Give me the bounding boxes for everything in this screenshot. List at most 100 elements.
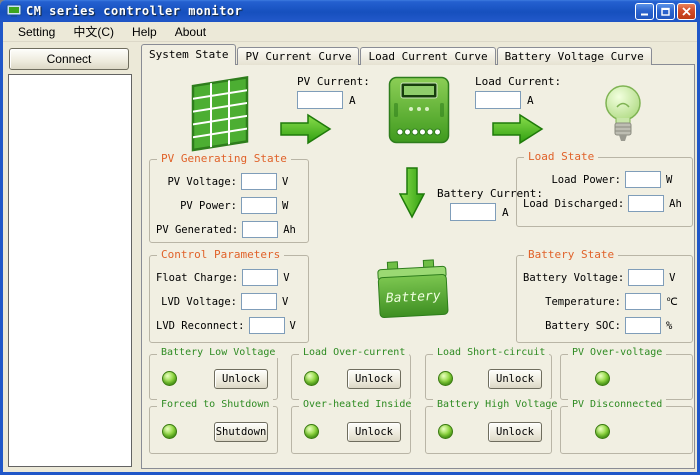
light-bulb-icon (602, 83, 644, 149)
status-led (304, 371, 319, 386)
battery-voltage-unit: V (669, 272, 686, 284)
battery-current-input[interactable] (450, 203, 496, 221)
temperature-unit: ℃ (666, 296, 686, 308)
unlock-load-over-current-button[interactable]: Unlock (347, 369, 401, 389)
unlock-battery-high-button[interactable]: Unlock (488, 422, 542, 442)
alarm-over-heated-inside: Over-heated Inside Unlock (291, 406, 411, 454)
load-discharged-input[interactable] (628, 195, 664, 212)
unlock-battery-low-button[interactable]: Unlock (214, 369, 268, 389)
alarm-title: Forced to Shutdown (157, 399, 273, 410)
load-current-input[interactable] (475, 91, 521, 109)
alarm-pv-over-voltage: PV Over-voltage (560, 354, 693, 400)
load-power-label: Load Power: (523, 174, 621, 186)
temperature-label: Temperature: (523, 296, 621, 308)
controller-icon (388, 76, 450, 148)
unlock-over-heated-button[interactable]: Unlock (347, 422, 401, 442)
alarm-load-short-circuit: Load Short-circuit Unlock (425, 354, 552, 400)
pv-voltage-input[interactable] (241, 173, 277, 190)
status-led (162, 424, 177, 439)
lvd-reconnect-unit: V (290, 320, 302, 332)
pv-generated-input[interactable] (242, 221, 278, 238)
alarm-title: Over-heated Inside (299, 399, 415, 410)
load-power-unit: W (666, 174, 686, 186)
battery-voltage-label: Battery Voltage: (523, 272, 624, 284)
status-led (162, 371, 177, 386)
menu-help[interactable]: Help (123, 23, 166, 41)
pv-current-label: PV Current: (297, 75, 370, 88)
pv-voltage-label: PV Voltage: (156, 176, 237, 188)
load-power-input[interactable] (625, 171, 661, 188)
status-led (304, 424, 319, 439)
float-charge-input[interactable] (242, 269, 278, 286)
pv-power-input[interactable] (241, 197, 277, 214)
float-charge-label: Float Charge: (156, 272, 238, 284)
lvd-voltage-label: LVD Voltage: (156, 296, 237, 308)
lvd-voltage-unit: V (282, 296, 302, 308)
load-current-label: Load Current: (475, 75, 561, 88)
pv-voltage-unit: V (282, 176, 302, 188)
unlock-load-short-circuit-button[interactable]: Unlock (488, 369, 542, 389)
battery-icon: Battery (373, 253, 453, 327)
group-title: Load State (524, 150, 598, 163)
lvd-reconnect-label: LVD Reconnect: (156, 320, 245, 332)
app-icon (6, 3, 22, 19)
group-pv-generating-state: PV Generating State PV Voltage: V PV Pow… (149, 159, 309, 243)
menu-language[interactable]: 中文(C) (64, 21, 123, 42)
group-load-state: Load State Load Power: W Load Discharged… (516, 157, 693, 227)
alarm-title: PV Disconnected (568, 399, 666, 410)
close-icon[interactable] (677, 3, 696, 20)
arrow-down-icon (399, 167, 425, 223)
load-current-unit: A (527, 94, 534, 107)
tab-load-current-curve[interactable]: Load Current Curve (360, 47, 495, 65)
alarm-battery-high-voltage: Battery High Voltage Unlock (425, 406, 552, 454)
alarm-title: Battery Low Voltage (157, 347, 279, 358)
status-led (438, 424, 453, 439)
menu-setting[interactable]: Setting (9, 23, 64, 41)
tab-system-state[interactable]: System State (141, 44, 236, 65)
alarm-forced-to-shutdown: Forced to Shutdown Shutdown (149, 406, 278, 454)
arrow-right-icon (492, 113, 544, 149)
load-discharged-label: Load Discharged: (523, 198, 624, 210)
arrow-right-icon (280, 113, 332, 149)
tab-strip: System State PV Current Curve Load Curre… (141, 44, 653, 65)
group-title: PV Generating State (157, 152, 291, 165)
alarm-title: PV Over-voltage (568, 347, 666, 358)
status-led (438, 371, 453, 386)
window-title: CM series controller monitor (26, 4, 242, 18)
lvd-voltage-input[interactable] (241, 293, 277, 310)
battery-current-unit: A (502, 206, 509, 219)
pv-generated-unit: Ah (283, 224, 302, 236)
alarm-title: Load Short-circuit (433, 347, 549, 358)
battery-icon-label: Battery (385, 289, 441, 307)
lvd-reconnect-input[interactable] (249, 317, 285, 334)
alarm-pv-disconnected: PV Disconnected (560, 406, 693, 454)
group-title: Battery State (524, 248, 618, 261)
temperature-input[interactable] (625, 293, 661, 310)
pv-generated-label: PV Generated: (156, 224, 238, 236)
pv-power-unit: W (282, 200, 302, 212)
load-current-readout: Load Current: A (475, 75, 561, 109)
connect-button[interactable]: Connect (9, 48, 129, 70)
alarm-battery-low-voltage: Battery Low Voltage Unlock (149, 354, 278, 400)
battery-voltage-input[interactable] (628, 269, 664, 286)
app-window: CM series controller monitor Setting 中文(… (0, 0, 700, 475)
device-list[interactable] (8, 74, 132, 467)
menu-about[interactable]: About (166, 23, 215, 41)
shutdown-button[interactable]: Shutdown (214, 422, 268, 442)
battery-soc-input[interactable] (625, 317, 661, 334)
battery-soc-label: Battery SOC: (523, 320, 621, 332)
pv-current-input[interactable] (297, 91, 343, 109)
titlebar[interactable]: CM series controller monitor (0, 0, 700, 22)
pv-power-label: PV Power: (156, 200, 237, 212)
alarm-title: Battery High Voltage (433, 399, 561, 410)
minimize-icon[interactable] (635, 3, 654, 20)
group-control-parameters: Control Parameters Float Charge: V LVD V… (149, 255, 309, 343)
tab-pv-current-curve[interactable]: PV Current Curve (237, 47, 359, 65)
float-charge-unit: V (283, 272, 302, 284)
status-led (595, 371, 610, 386)
tab-battery-voltage-curve[interactable]: Battery Voltage Curve (497, 47, 652, 65)
alarm-title: Load Over-current (299, 347, 409, 358)
alarm-load-over-current: Load Over-current Unlock (291, 354, 411, 400)
maximize-icon[interactable] (656, 3, 675, 20)
status-led (595, 424, 610, 439)
